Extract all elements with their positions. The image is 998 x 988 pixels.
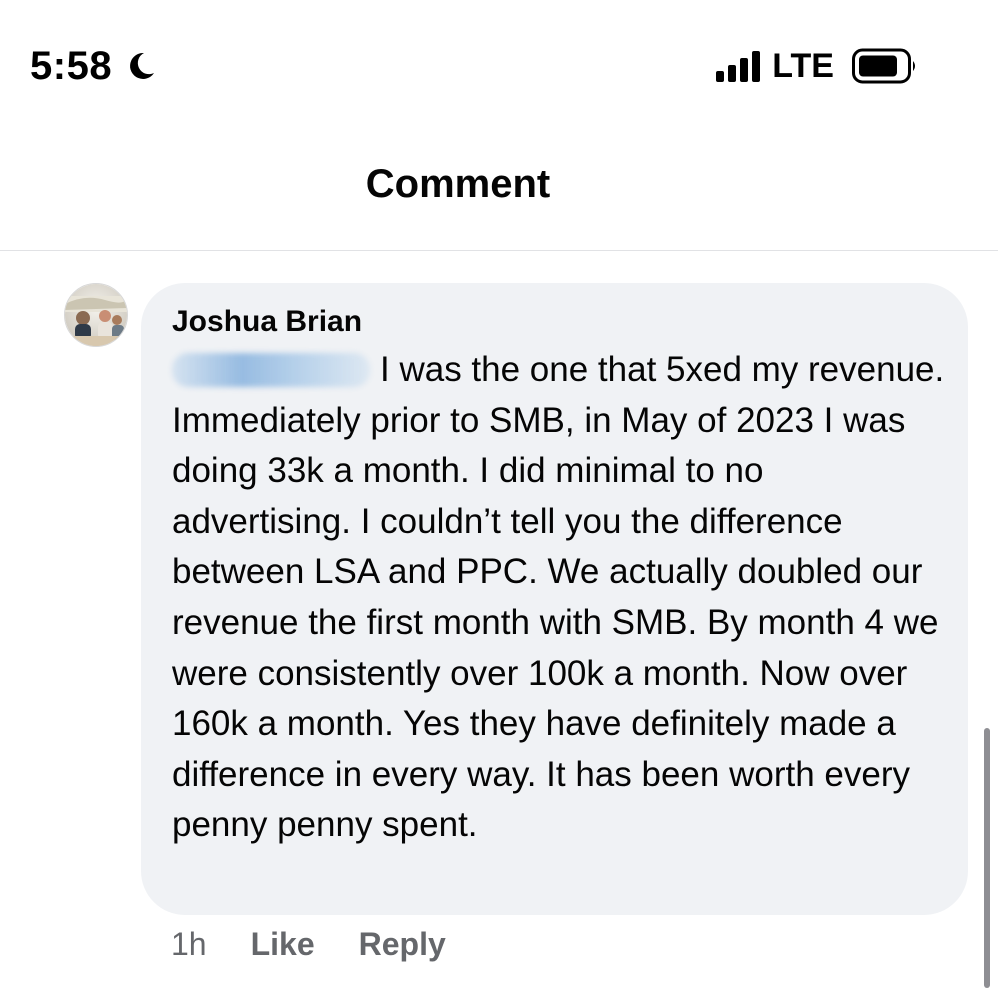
network-type-label: LTE bbox=[772, 47, 834, 85]
status-time-container: 5:58 bbox=[30, 40, 158, 92]
comment-actions: 1h Like Reply bbox=[171, 926, 446, 963]
avatar[interactable] bbox=[64, 283, 128, 347]
moon-icon bbox=[130, 52, 155, 79]
scrollbar[interactable] bbox=[984, 728, 990, 988]
comment-author[interactable]: Joshua Brian bbox=[172, 305, 362, 339]
reply-button[interactable]: Reply bbox=[359, 926, 446, 963]
comment-body: I was the one that 5xed my revenue. Imme… bbox=[172, 345, 947, 851]
comment-timestamp[interactable]: 1h bbox=[171, 926, 207, 963]
page-header: Comment bbox=[0, 120, 998, 251]
blurred-mention bbox=[172, 353, 370, 387]
avatar-image bbox=[65, 284, 127, 346]
page-title: Comment bbox=[365, 162, 551, 206]
comment-text: I was the one that 5xed my revenue. Imme… bbox=[172, 350, 945, 845]
status-indicators: LTE bbox=[716, 44, 918, 88]
signal-icon bbox=[716, 50, 761, 82]
comment-bubble: Joshua Brian I was the one that 5xed my … bbox=[141, 283, 968, 915]
status-time: 5:58 bbox=[30, 44, 113, 88]
like-button[interactable]: Like bbox=[251, 926, 315, 963]
battery-icon bbox=[852, 48, 915, 84]
status-bar: 5:58 LTE bbox=[0, 0, 998, 120]
